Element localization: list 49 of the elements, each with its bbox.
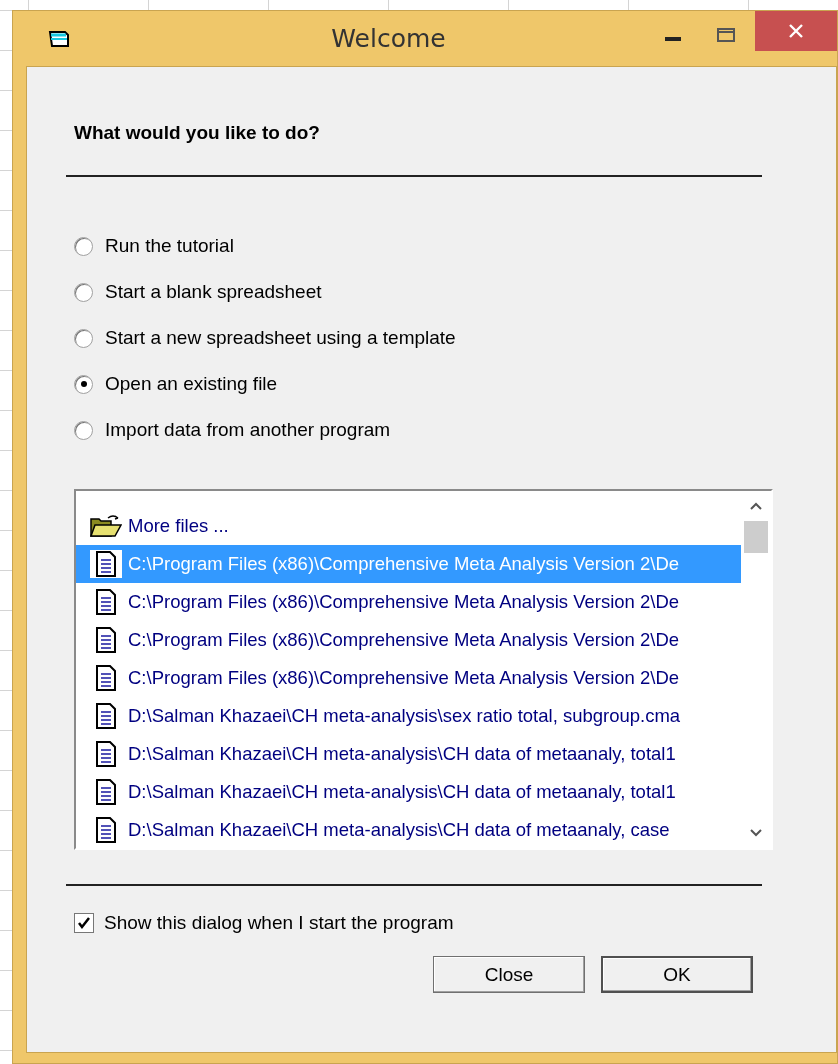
document-icon: [90, 550, 122, 578]
radio-button[interactable]: [74, 236, 93, 256]
file-path: D:\Salman Khazaei\CH meta-analysis\CH data of metaanaly, case: [128, 819, 670, 841]
radio-option[interactable]: Open an existing file: [74, 371, 836, 397]
option-label: Start a new spreadsheet using a template: [105, 327, 456, 349]
file-list-item[interactable]: C:\Program Files (x86)\Comprehensive Meta Analysis Version 2\De: [76, 659, 741, 697]
radio-button[interactable]: [74, 328, 93, 348]
radio-button[interactable]: [74, 374, 93, 394]
file-path: C:\Program Files (x86)\Comprehensive Meta Analysis Version 2\De: [128, 629, 680, 651]
file-list-item[interactable]: More files ...: [76, 507, 741, 545]
option-label: Start a blank spreadsheet: [105, 281, 322, 303]
scroll-thumb[interactable]: [744, 521, 768, 553]
file-path: D:\Salman Khazaei\CH meta-analysis\CH data of metaanaly, total1: [128, 781, 676, 803]
checkbox[interactable]: [74, 913, 94, 933]
show-dialog-checkbox-row[interactable]: Show this dialog when I start the program: [74, 912, 836, 934]
radio-option[interactable]: Import data from another program: [74, 417, 836, 443]
radio-option[interactable]: Run the tutorial: [74, 233, 836, 259]
file-path: C:\Program Files (x86)\Comprehensive Meta Analysis Version 2\De: [128, 553, 680, 575]
file-path: D:\Salman Khazaei\CH meta-analysis\CH data of metaanaly, total1: [128, 743, 676, 765]
window-app-icon: [48, 28, 72, 49]
folder-icon: [90, 514, 122, 538]
file-list-item[interactable]: C:\Program Files (x86)\Comprehensive Meta Analysis Version 2\De: [76, 621, 741, 659]
file-path: More files ...: [128, 515, 229, 537]
file-path: D:\Salman Khazaei\CH meta-analysis\sex ratio total, subgroup.cma: [128, 705, 681, 727]
file-list-item[interactable]: C:\Program Files (x86)\Comprehensive Meta Analysis Version 2\De: [76, 583, 741, 621]
file-list-item[interactable]: D:\Salman Khazaei\CH meta-analysis\CH data of metaanaly, total1: [76, 773, 741, 811]
radio-option[interactable]: Start a new spreadsheet using a template: [74, 325, 836, 351]
option-label: Import data from another program: [105, 419, 391, 441]
window-title: Welcome: [330, 24, 447, 53]
checkbox-label: Show this dialog when I start the program: [104, 912, 454, 934]
file-list-item[interactable]: D:\Salman Khazaei\CH meta-analysis\CH data of metaanaly, total1: [76, 735, 741, 773]
maximize-icon[interactable]: [717, 27, 735, 42]
minimize-icon[interactable]: [665, 36, 681, 41]
radio-button[interactable]: [74, 282, 93, 302]
dialog-heading: What would you like to do?: [74, 122, 321, 144]
file-list-item[interactable]: D:\Salman Khazaei\CH meta-analysis\sex ratio total, subgroup.cma: [76, 697, 741, 735]
radio-button[interactable]: [74, 420, 93, 440]
option-label: Run the tutorial: [105, 235, 234, 257]
scroll-down-icon[interactable]: [749, 828, 763, 838]
option-label: Open an existing file: [105, 373, 278, 395]
radio-option[interactable]: Start a blank spreadsheet: [74, 279, 836, 305]
scroll-up-icon[interactable]: [749, 501, 763, 511]
close-icon: [788, 23, 804, 39]
file-list-item[interactable]: D:\Salman Khazaei\CH meta-analysis\CH data of metaanaly, case: [76, 811, 741, 848]
file-path: C:\Program Files (x86)\Comprehensive Meta Analysis Version 2\De: [128, 591, 680, 613]
file-path: C:\Program Files (x86)\Comprehensive Meta Analysis Version 2\De: [128, 667, 680, 689]
close-button[interactable]: [755, 11, 837, 51]
dialog-button[interactable]: Close: [433, 956, 585, 993]
dialog-button[interactable]: OK: [601, 956, 753, 993]
